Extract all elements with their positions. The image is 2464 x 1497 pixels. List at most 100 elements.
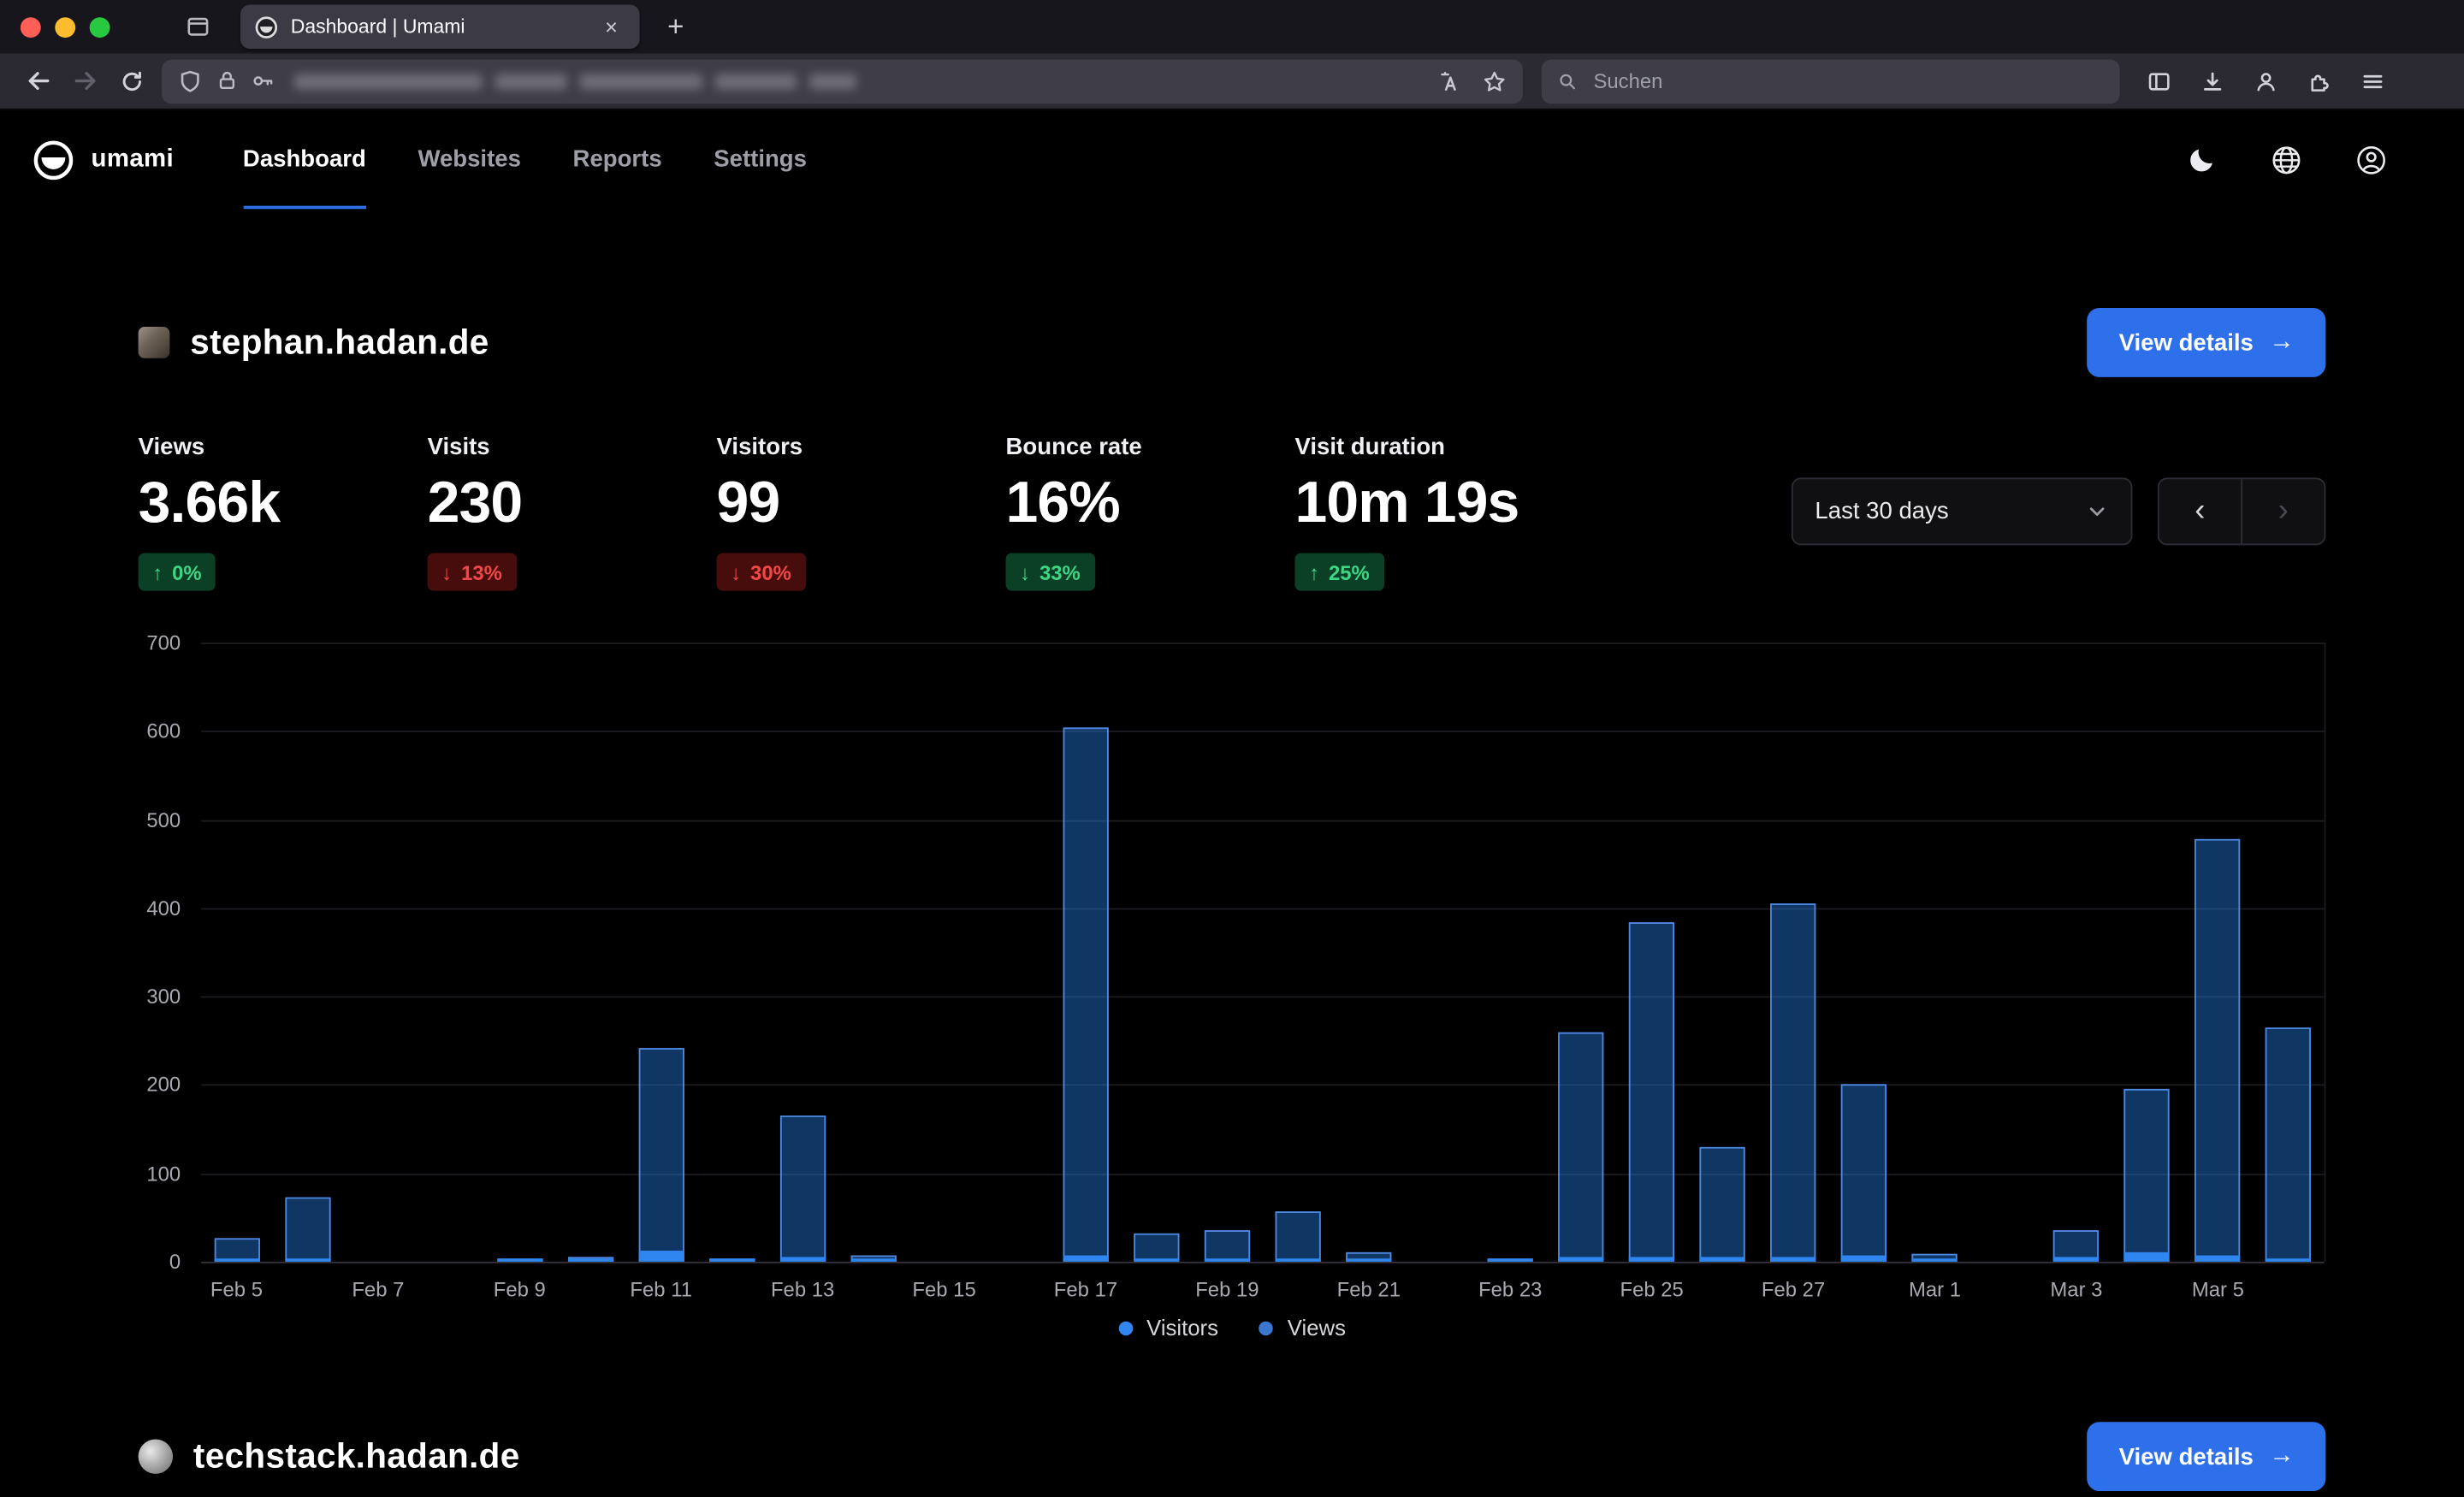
legend-item-views[interactable]: Views bbox=[1259, 1315, 1346, 1340]
views-bar[interactable] bbox=[1770, 903, 1815, 1262]
tab-close-icon[interactable]: × bbox=[597, 13, 625, 41]
chart-slot[interactable] bbox=[413, 642, 484, 1262]
chart-slot[interactable]: Feb 23 bbox=[1475, 642, 1546, 1262]
chart-slot[interactable] bbox=[272, 642, 343, 1262]
views-bar[interactable] bbox=[1063, 727, 1108, 1261]
chart-slot[interactable] bbox=[1546, 642, 1617, 1262]
chart-slot[interactable] bbox=[1121, 642, 1192, 1262]
forward-icon[interactable] bbox=[62, 59, 109, 103]
next-period-button[interactable]: › bbox=[2241, 479, 2324, 543]
legend-item-visitors[interactable]: Visitors bbox=[1118, 1315, 1218, 1340]
firefox-view-icon[interactable] bbox=[176, 6, 220, 47]
translate-icon[interactable] bbox=[1438, 68, 1463, 93]
visitors-bar[interactable] bbox=[285, 1258, 330, 1262]
minimize-window-button[interactable] bbox=[55, 16, 75, 37]
chart-slot[interactable] bbox=[838, 642, 909, 1262]
browser-tab[interactable]: Dashboard | Umami × bbox=[240, 5, 640, 49]
visitors-bar[interactable] bbox=[1275, 1258, 1320, 1262]
chart-slot[interactable] bbox=[980, 642, 1051, 1262]
visitors-bar[interactable] bbox=[497, 1258, 542, 1262]
date-range-select[interactable]: Last 30 days bbox=[1792, 477, 2133, 545]
chart-slot[interactable] bbox=[696, 642, 767, 1262]
chart-slot[interactable] bbox=[1687, 642, 1758, 1262]
chart-slot[interactable]: Feb 17 bbox=[1051, 642, 1122, 1262]
chart-slot[interactable]: Feb 25 bbox=[1616, 642, 1687, 1262]
brand[interactable]: umami bbox=[33, 139, 175, 180]
visitors-bar[interactable] bbox=[1770, 1257, 1815, 1262]
view-details-button[interactable]: View details → bbox=[2088, 308, 2325, 377]
next-view-details-button[interactable]: View details → bbox=[2088, 1422, 2325, 1491]
views-bar[interactable] bbox=[1275, 1211, 1320, 1262]
views-bar[interactable] bbox=[780, 1115, 826, 1262]
close-window-button[interactable] bbox=[21, 16, 41, 37]
menu-icon[interactable] bbox=[2349, 59, 2396, 103]
chart-slot[interactable] bbox=[1970, 642, 2041, 1262]
search-input[interactable] bbox=[1590, 68, 2105, 94]
star-icon[interactable] bbox=[1482, 68, 1507, 93]
key-icon[interactable] bbox=[252, 69, 275, 93]
chart-slot[interactable]: Feb 9 bbox=[484, 642, 555, 1262]
chart-slot[interactable]: Feb 21 bbox=[1333, 642, 1404, 1262]
new-tab-button[interactable]: + bbox=[655, 6, 696, 47]
account-icon[interactable] bbox=[2242, 59, 2289, 103]
sidebar-icon[interactable] bbox=[2135, 59, 2183, 103]
views-bar[interactable] bbox=[1205, 1230, 1250, 1262]
profile-icon[interactable] bbox=[2355, 144, 2387, 175]
visitors-bar[interactable] bbox=[638, 1251, 684, 1262]
views-bar[interactable] bbox=[2124, 1089, 2170, 1262]
chart-slot[interactable]: Mar 1 bbox=[1899, 642, 1970, 1262]
visitors-bar[interactable] bbox=[567, 1258, 613, 1262]
website-name[interactable]: stephan.hadan.de bbox=[190, 322, 489, 364]
visitors-bar[interactable] bbox=[1205, 1258, 1250, 1262]
lock-icon[interactable] bbox=[216, 69, 240, 93]
visitors-bar[interactable] bbox=[214, 1258, 259, 1262]
views-bar[interactable] bbox=[285, 1198, 330, 1261]
moon-icon[interactable] bbox=[2188, 145, 2218, 175]
visitors-bar[interactable] bbox=[1912, 1258, 1958, 1262]
next-website-name[interactable]: techstack.hadan.de bbox=[193, 1436, 520, 1477]
views-bar[interactable] bbox=[1134, 1234, 1179, 1262]
visitors-bar[interactable] bbox=[1488, 1258, 1533, 1262]
visitors-bar[interactable] bbox=[1558, 1257, 1603, 1262]
views-bar[interactable] bbox=[1629, 922, 1674, 1262]
views-bar[interactable] bbox=[2266, 1027, 2311, 1262]
downloads-icon[interactable] bbox=[2189, 59, 2236, 103]
visitors-bar[interactable] bbox=[2266, 1258, 2311, 1262]
visitors-bar[interactable] bbox=[2195, 1255, 2241, 1262]
chart-slot[interactable]: Mar 5 bbox=[2183, 642, 2254, 1262]
chart-slot[interactable]: Feb 7 bbox=[343, 642, 414, 1262]
visitors-bar[interactable] bbox=[1134, 1258, 1179, 1262]
chart-slot[interactable]: Feb 13 bbox=[767, 642, 838, 1262]
url-bar[interactable] bbox=[162, 59, 1523, 103]
chart-slot[interactable]: Feb 5 bbox=[201, 642, 272, 1262]
views-bar[interactable] bbox=[2195, 839, 2241, 1262]
chart-slot[interactable]: Feb 27 bbox=[1758, 642, 1829, 1262]
visitors-bar[interactable] bbox=[780, 1257, 826, 1262]
zoom-window-button[interactable] bbox=[90, 16, 110, 37]
back-icon[interactable] bbox=[15, 59, 62, 103]
prev-period-button[interactable]: ‹ bbox=[2159, 479, 2242, 543]
visitors-bar[interactable] bbox=[709, 1258, 755, 1262]
views-bar[interactable] bbox=[1558, 1032, 1603, 1262]
visitors-bar[interactable] bbox=[850, 1258, 896, 1262]
visitors-bar[interactable] bbox=[1063, 1255, 1108, 1262]
search-bar[interactable] bbox=[1542, 59, 2120, 103]
chart-slot[interactable] bbox=[1404, 642, 1475, 1262]
chart-slot[interactable] bbox=[555, 642, 626, 1262]
extensions-icon[interactable] bbox=[2295, 59, 2343, 103]
chart-slot[interactable]: Feb 11 bbox=[625, 642, 696, 1262]
views-bar[interactable] bbox=[638, 1048, 684, 1262]
visitors-bar[interactable] bbox=[1841, 1255, 1886, 1262]
visitors-bar[interactable] bbox=[2053, 1257, 2099, 1262]
views-bar[interactable] bbox=[1700, 1147, 1745, 1262]
views-bar[interactable] bbox=[1841, 1084, 1886, 1262]
reload-icon[interactable] bbox=[109, 59, 156, 103]
visitors-bar[interactable] bbox=[1346, 1258, 1391, 1262]
chart-slot[interactable] bbox=[1263, 642, 1334, 1262]
chart-slot[interactable] bbox=[2112, 642, 2183, 1262]
chart-slot[interactable] bbox=[2254, 642, 2325, 1262]
visitors-bar[interactable] bbox=[2124, 1253, 2170, 1262]
nav-item-dashboard[interactable]: Dashboard bbox=[243, 110, 366, 210]
visitors-bar[interactable] bbox=[1700, 1257, 1745, 1262]
chart-slot[interactable]: Feb 19 bbox=[1192, 642, 1263, 1262]
